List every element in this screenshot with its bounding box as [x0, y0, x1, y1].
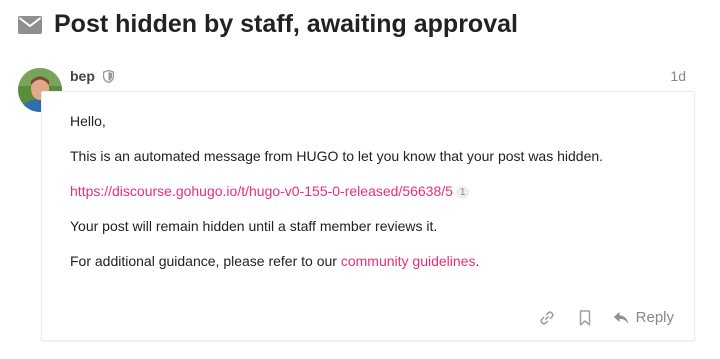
copy-link-button[interactable]: [539, 310, 555, 326]
bookmark-icon: [579, 309, 590, 326]
topic-header: Post hidden by staff, awaiting approval: [18, 10, 518, 39]
post-hidden-notice: Your post will remain hidden until a sta…: [70, 218, 438, 234]
reply-arrow-icon: [613, 311, 628, 324]
guidance-prefix: For additional guidance, please refer to…: [70, 253, 341, 269]
shield-icon: [102, 69, 114, 83]
link-click-count: 1: [455, 186, 470, 199]
post-link[interactable]: https://discourse.gohugo.io/t/hugo-v0-15…: [70, 183, 453, 199]
link-icon: [539, 310, 554, 325]
post-body: Hello, This is an automated message from…: [70, 112, 680, 287]
topic-title: Post hidden by staff, awaiting approval: [54, 10, 518, 38]
reply-button[interactable]: Reply: [613, 309, 674, 326]
guidance-suffix: .: [475, 253, 480, 269]
bookmark-button[interactable]: [579, 309, 591, 326]
reply-label: Reply: [635, 309, 674, 326]
post-greeting: Hello,: [70, 113, 106, 129]
post-meta: bep 1d: [70, 68, 686, 84]
envelope-icon: [18, 15, 42, 34]
post-link-paragraph: https://discourse.gohugo.io/t/hugo-v0-15…: [70, 182, 680, 200]
post-actions: Reply: [539, 309, 674, 326]
post-message: This is an automated message from HUGO t…: [70, 148, 604, 164]
post-guidance: For additional guidance, please refer to…: [70, 252, 680, 270]
post-date[interactable]: 1d: [670, 68, 686, 84]
username[interactable]: bep: [70, 68, 95, 84]
post-card: Hello, This is an automated message from…: [41, 91, 695, 341]
community-guidelines-link[interactable]: community guidelines: [341, 253, 476, 269]
